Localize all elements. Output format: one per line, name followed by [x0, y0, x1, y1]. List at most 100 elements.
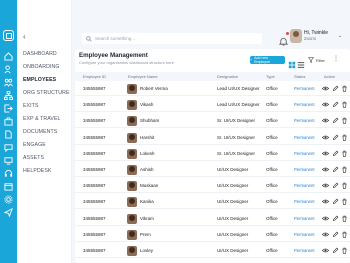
eye-icon[interactable]	[322, 182, 329, 189]
users-icon[interactable]	[3, 78, 14, 87]
cell-type: Office	[266, 167, 278, 172]
sidebar-item-helpdesk[interactable]: HELPDESK	[23, 168, 51, 175]
status-badge: Permanent	[294, 102, 315, 108]
eye-icon[interactable]	[322, 215, 329, 222]
page-title: Employee Management	[79, 52, 148, 59]
delete-icon[interactable]	[341, 85, 348, 92]
send-icon[interactable]	[3, 208, 14, 217]
bell-icon[interactable]	[278, 32, 289, 46]
collapse-sidebar-icon[interactable]: ‹	[23, 33, 26, 41]
filter-button[interactable]: Filter	[308, 56, 328, 64]
edit-icon[interactable]	[332, 134, 339, 141]
cell-employee-id: 345555987	[83, 248, 106, 253]
avatar[interactable]	[290, 29, 302, 43]
edit-icon[interactable]	[332, 166, 339, 173]
notification-dot	[286, 32, 289, 35]
eye-icon[interactable]	[322, 166, 329, 173]
sidebar-item-onboarding[interactable]: ONBOARDING	[23, 64, 59, 71]
sidebar-item-org-structure[interactable]: ORG STRUCTURE	[23, 90, 70, 97]
delete-icon[interactable]	[341, 166, 348, 173]
delete-icon[interactable]	[341, 198, 348, 206]
edit-icon[interactable]	[332, 117, 339, 124]
delete-icon[interactable]	[341, 101, 348, 108]
edit-icon[interactable]	[332, 182, 339, 189]
eye-icon[interactable]	[322, 247, 329, 254]
sidebar-item-documents[interactable]: DOCUMENTS	[23, 129, 57, 136]
table-row[interactable]: 345555987 Harshit Sr. UI/UX Designer Off…	[75, 130, 350, 145]
eye-icon[interactable]	[322, 150, 329, 157]
logo-icon	[3, 30, 14, 41]
delete-icon[interactable]	[341, 134, 348, 141]
engage-icon[interactable]	[3, 143, 14, 152]
cell-type: Office	[266, 215, 278, 221]
user-add-icon[interactable]	[3, 65, 14, 74]
list-view-icon[interactable]	[297, 56, 305, 68]
calendar-icon[interactable]	[3, 182, 14, 191]
row-actions	[322, 85, 348, 92]
sidebar-item-dashboard[interactable]: DASHBOARD	[23, 51, 57, 58]
row-actions	[322, 150, 348, 157]
table-row[interactable]: 345555987 Lokesh Sr. UI/UX Designer Offi…	[75, 146, 350, 161]
home-icon[interactable]	[3, 52, 14, 61]
header-type: Type	[266, 74, 275, 79]
exit-icon[interactable]	[3, 104, 14, 113]
add-employee-button[interactable]: + Add new Employee	[250, 56, 285, 64]
table-row[interactable]: 345555987 Lovley UI/UX Designer Office P…	[75, 243, 350, 258]
grid-view-icon[interactable]	[288, 56, 296, 69]
search-input[interactable]: Search something...	[82, 33, 262, 44]
edit-icon[interactable]	[332, 198, 339, 205]
travel-icon[interactable]	[3, 117, 14, 126]
documents-icon[interactable]	[3, 130, 14, 139]
delete-icon[interactable]	[341, 215, 348, 222]
row-actions	[322, 182, 348, 189]
table-row[interactable]: 345555987 Kanika UI/UX Designer Office P…	[75, 194, 350, 210]
sidebar-item-assets[interactable]: ASSETS	[23, 155, 44, 162]
settings-icon[interactable]	[3, 195, 14, 204]
assets-icon[interactable]	[3, 156, 14, 165]
eye-icon[interactable]	[322, 134, 329, 141]
add-employee-label: Add new Employee	[254, 56, 271, 64]
employee-photo	[127, 116, 137, 127]
chevron-down-icon[interactable]: ⌄	[338, 33, 342, 39]
employee-photo	[127, 132, 137, 143]
cell-designation: UI/UX Designer	[217, 167, 249, 172]
edit-icon[interactable]	[332, 215, 339, 222]
cell-type: Office	[266, 248, 278, 253]
eye-icon[interactable]	[322, 101, 329, 108]
sidebar-item-exp-travel[interactable]: EXP & TRAVEL	[23, 116, 61, 123]
helpdesk-icon[interactable]	[3, 169, 14, 178]
sidebar-item-employees[interactable]: EMPLOYEES	[23, 77, 56, 84]
more-icon[interactable]: ⋮	[333, 55, 339, 62]
sidebar-item-exits[interactable]: EXITS	[23, 103, 39, 110]
table-row[interactable]: 345555987 Shubham Sr. UI/UX Designer Off…	[75, 113, 350, 129]
table-row[interactable]: 345555987 Ashish UI/UX Designer Office P…	[75, 162, 350, 177]
table-row[interactable]: 345555987 Vikash Lead UI/UX Designer Off…	[75, 97, 350, 113]
delete-icon[interactable]	[341, 247, 348, 254]
eye-icon[interactable]	[322, 117, 329, 124]
delete-icon[interactable]	[341, 231, 348, 238]
delete-icon[interactable]	[341, 117, 348, 125]
delete-icon[interactable]	[341, 150, 348, 157]
page-subtitle: Configure your organization dashboard st…	[79, 60, 174, 65]
cell-employee-id: 345555987	[83, 134, 106, 140]
edit-icon[interactable]	[332, 85, 339, 92]
table-row[interactable]: 345555987 Muskaan UI/UX Designer Office …	[75, 178, 350, 194]
employee-photo	[127, 165, 137, 175]
eye-icon[interactable]	[322, 85, 329, 92]
add-user-icon: +	[250, 58, 253, 62]
eye-icon[interactable]	[322, 198, 329, 205]
table-row[interactable]: 345555987 Robert Verma Lead UI/UX Design…	[75, 81, 350, 96]
status-badge: Permanent	[294, 86, 315, 91]
sidebar-item-engage[interactable]: ENGAGE	[23, 142, 46, 149]
eye-icon[interactable]	[322, 231, 329, 238]
delete-icon[interactable]	[341, 182, 348, 189]
employee-photo	[127, 100, 137, 111]
edit-icon[interactable]	[332, 231, 339, 238]
org-structure-icon[interactable]	[3, 91, 14, 100]
table-row[interactable]: 345555987 Prem UI/UX Designer Office Per…	[75, 227, 350, 242]
edit-icon[interactable]	[332, 247, 339, 254]
employee-photo	[127, 181, 137, 192]
table-row[interactable]: 345555987 Vikram UI/UX Designer Office P…	[75, 211, 350, 226]
edit-icon[interactable]	[332, 101, 339, 108]
edit-icon[interactable]	[332, 150, 339, 157]
